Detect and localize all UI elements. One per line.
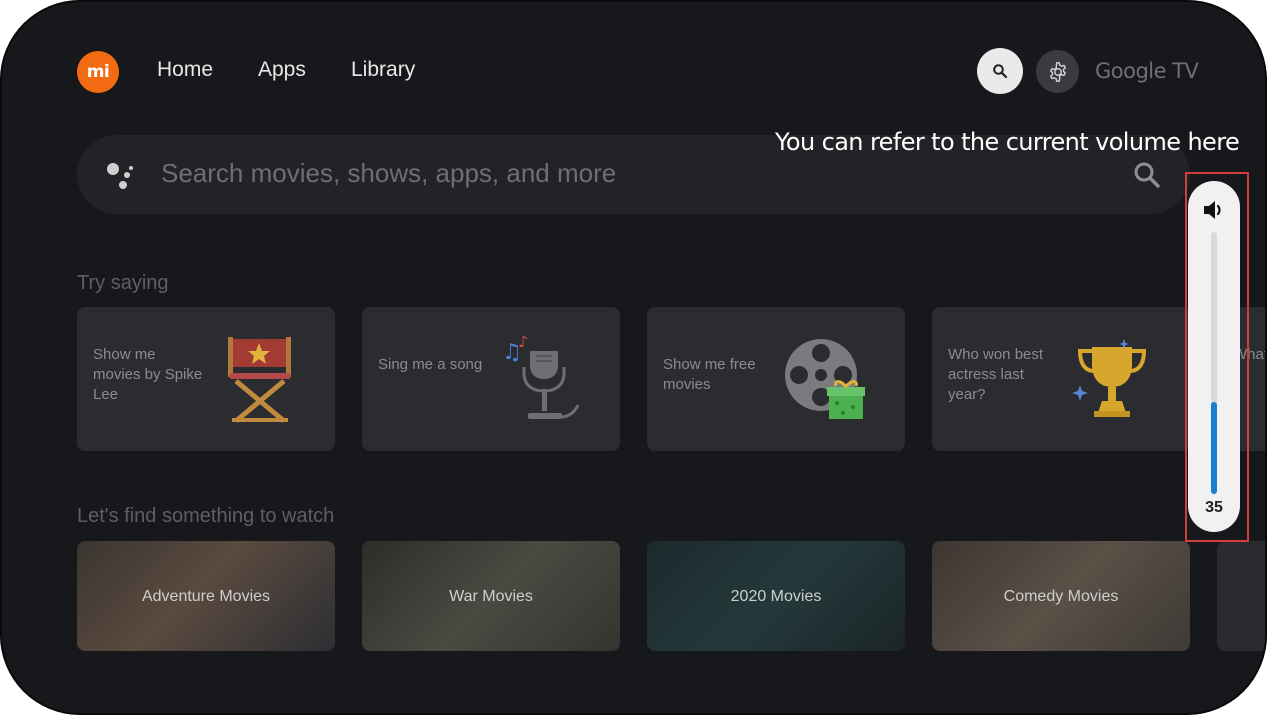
- svg-text:♪: ♪: [518, 332, 528, 351]
- google-assistant-icon: [107, 163, 133, 189]
- category-card-adventure[interactable]: Adventure Movies: [77, 541, 335, 651]
- microphone-music-icon: ♫ ♪: [502, 332, 580, 419]
- suggestion-text: Show me free movies: [663, 356, 756, 393]
- find-something-title: Let's find something to watch: [77, 505, 335, 527]
- gear-icon: [1049, 61, 1066, 82]
- suggestion-card[interactable]: Sing me a song ♫ ♪: [362, 307, 620, 451]
- volume-slider[interactable]: [1211, 232, 1217, 494]
- suggestion-card[interactable]: Show me free movies: [647, 307, 905, 451]
- nav-home[interactable]: Home: [157, 58, 213, 82]
- suggestion-text: Show me movies by Spike Lee: [93, 346, 203, 403]
- category-card-2020[interactable]: 2020 Movies: [647, 541, 905, 651]
- search-icon: [993, 64, 1008, 79]
- google-tv-logo: Google TV: [1095, 59, 1199, 83]
- trophy-icon: [1072, 339, 1147, 417]
- tv-screen: mi Home Apps Library Google TV Search mo…: [0, 0, 1267, 715]
- film-reel-gift-icon: [785, 339, 865, 419]
- category-card-more[interactable]: [1217, 541, 1267, 651]
- category-card-comedy[interactable]: Comedy Movies: [932, 541, 1190, 651]
- nav-apps[interactable]: Apps: [258, 58, 306, 82]
- category-card-war[interactable]: War Movies: [362, 541, 620, 651]
- search-input[interactable]: Search movies, shows, apps, and more: [161, 158, 616, 189]
- suggestion-text: Sing me a song: [378, 356, 483, 373]
- nav-library[interactable]: Library: [351, 58, 415, 82]
- directors-chair-icon: [228, 337, 291, 423]
- search-button[interactable]: [977, 48, 1023, 94]
- speaker-icon: [1204, 201, 1221, 219]
- volume-highlight-frame: [1185, 172, 1249, 542]
- category-label: Adventure Movies: [141, 588, 271, 605]
- suggestion-card[interactable]: Who won best actress last year?: [932, 307, 1190, 451]
- settings-button[interactable]: [1036, 50, 1079, 93]
- suggestion-card[interactable]: Show me movies by Spike Lee: [77, 307, 335, 451]
- volume-value: 35: [1205, 499, 1223, 516]
- volume-callout: You can refer to the current volume here: [775, 128, 1240, 156]
- suggestion-text: Who won best actress last year?: [948, 346, 1044, 403]
- category-label: Comedy Movies: [1003, 588, 1119, 605]
- search-icon[interactable]: [1132, 160, 1162, 190]
- volume-level-fill: [1211, 402, 1217, 494]
- xiaomi-logo: mi: [77, 51, 119, 93]
- try-saying-title: Try saying: [77, 272, 169, 294]
- category-label: War Movies: [449, 588, 533, 605]
- category-label: 2020 Movies: [730, 588, 822, 605]
